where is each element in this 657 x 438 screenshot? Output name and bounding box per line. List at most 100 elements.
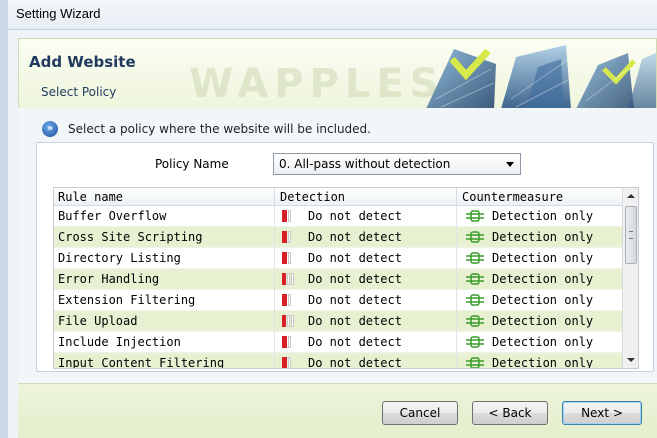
countermeasure-value: Detection only — [492, 272, 594, 286]
rule-name: Extension Filtering — [58, 293, 196, 307]
info-text: Select a policy where the website will b… — [68, 122, 371, 136]
wizard-footer: Cancel < Back Next > — [18, 383, 657, 438]
countermeasure-value: Detection only — [492, 335, 594, 349]
countermeasure-icon — [466, 231, 484, 243]
countermeasure-value: Detection only — [492, 356, 594, 369]
vertical-scrollbar[interactable] — [622, 188, 638, 368]
scroll-down-arrow-icon[interactable] — [623, 352, 638, 368]
table-row[interactable]: Include Injection Do not detect Detection … — [54, 332, 624, 353]
countermeasure-icon — [466, 210, 484, 222]
countermeasure-value: Detection only — [492, 209, 594, 223]
column-header-rule-name[interactable]: Rule name — [58, 189, 123, 205]
countermeasure-cell[interactable]: Detection only — [466, 227, 593, 247]
countermeasure-cell[interactable]: Detection only — [466, 332, 593, 352]
detection-level-icon — [282, 315, 294, 327]
rule-name: Directory Listing — [58, 251, 181, 265]
table-row[interactable]: Error Handling Do not detect Detection onl… — [54, 269, 624, 290]
column-divider — [274, 269, 275, 290]
column-divider — [274, 311, 275, 332]
info-row: » Select a policy where the website will… — [42, 120, 371, 138]
rule-name: Input Content Filtering — [58, 356, 225, 369]
detection-value: Do not detect — [308, 272, 402, 286]
detection-value: Do not detect — [308, 251, 402, 265]
detection-cell[interactable]: Do not detect — [282, 227, 402, 247]
back-button[interactable]: < Back — [472, 401, 548, 425]
countermeasure-icon — [466, 294, 484, 306]
table-row[interactable]: Directory Listing Do not detect Detection … — [54, 248, 624, 269]
column-divider — [274, 188, 275, 206]
scroll-thumb[interactable] — [625, 206, 637, 264]
detection-level-icon — [282, 336, 294, 348]
title-bar: Setting Wizard — [8, 0, 657, 30]
countermeasure-icon — [466, 252, 484, 264]
column-divider — [274, 206, 275, 227]
table-row[interactable]: Cross Site Scripting Do not detect Detecti… — [54, 227, 624, 248]
policy-row: Policy Name 0. All-pass without detectio… — [37, 153, 653, 175]
detection-cell[interactable]: Do not detect — [282, 353, 402, 369]
detection-cell[interactable]: Do not detect — [282, 206, 402, 226]
column-divider — [456, 227, 457, 248]
detection-cell[interactable]: Do not detect — [282, 290, 402, 310]
column-divider — [274, 248, 275, 269]
detection-cell[interactable]: Do not detect — [282, 248, 402, 268]
column-divider — [456, 290, 457, 311]
detection-level-icon — [282, 273, 294, 285]
detection-level-icon — [282, 210, 294, 222]
column-divider — [274, 290, 275, 311]
column-divider — [456, 248, 457, 269]
detection-cell[interactable]: Do not detect — [282, 311, 402, 331]
detection-cell[interactable]: Do not detect — [282, 269, 402, 289]
countermeasure-icon — [466, 336, 484, 348]
chevron-down-icon[interactable] — [506, 162, 514, 167]
countermeasure-cell[interactable]: Detection only — [466, 311, 593, 331]
rule-name: Buffer Overflow — [58, 209, 167, 223]
countermeasure-cell[interactable]: Detection only — [466, 290, 593, 310]
countermeasure-cell[interactable]: Detection only — [466, 269, 593, 289]
rule-name: File Upload — [58, 314, 138, 328]
table-row[interactable]: Input Content Filtering Do not detect Dete… — [54, 353, 624, 369]
column-divider — [456, 353, 457, 368]
policy-selected-value: 0. All-pass without detection — [279, 157, 451, 171]
countermeasure-icon — [466, 315, 484, 327]
detection-level-icon — [282, 357, 294, 368]
table-row[interactable]: File Upload Do not detect Detection only — [54, 311, 624, 332]
detection-value: Do not detect — [308, 209, 402, 223]
table-row[interactable]: Extension Filtering Do not detect Detectio… — [54, 290, 624, 311]
cancel-button[interactable]: Cancel — [382, 401, 458, 425]
buildings-banner-icon — [426, 45, 656, 108]
page-title: Add Website — [29, 53, 136, 71]
scroll-up-arrow-icon[interactable] — [623, 188, 638, 204]
countermeasure-icon — [466, 273, 484, 285]
wizard-header: WAPPLES Add Website Select Policy — [18, 38, 657, 108]
countermeasure-cell[interactable]: Detection only — [466, 248, 593, 268]
detection-level-icon — [282, 294, 294, 306]
table-header: Rule name Detection Countermeasure — [54, 188, 624, 206]
rule-name: Cross Site Scripting — [58, 230, 203, 244]
detection-cell[interactable]: Do not detect — [282, 332, 402, 352]
countermeasure-icon — [466, 357, 484, 368]
rules-table[interactable]: Rule name Detection Countermeasure Buffe… — [53, 187, 639, 369]
wizard-body: » Select a policy where the website will… — [18, 108, 657, 383]
policy-panel: Policy Name 0. All-pass without detectio… — [36, 142, 654, 372]
countermeasure-cell[interactable]: Detection only — [466, 206, 593, 226]
countermeasure-cell[interactable]: Detection only — [466, 353, 594, 369]
policy-name-select[interactable]: 0. All-pass without detection — [273, 153, 521, 175]
policy-name-label: Policy Name — [155, 157, 229, 171]
column-divider — [456, 206, 457, 227]
column-divider — [274, 332, 275, 353]
column-divider — [456, 269, 457, 290]
detection-value: Do not detect — [308, 293, 402, 307]
countermeasure-value: Detection only — [492, 314, 594, 328]
setting-wizard-window: Setting Wizard WAPPLES Add Website Selec… — [0, 0, 657, 438]
next-button[interactable]: Next > — [562, 401, 642, 425]
column-header-detection[interactable]: Detection — [280, 189, 345, 205]
window-title: Setting Wizard — [16, 6, 101, 21]
detection-value: Do not detect — [308, 230, 402, 244]
countermeasure-value: Detection only — [492, 230, 594, 244]
detection-value: Do not detect — [308, 356, 402, 369]
column-header-countermeasure[interactable]: Countermeasure — [462, 189, 563, 205]
column-divider — [274, 227, 275, 248]
column-divider — [274, 353, 275, 368]
column-divider — [456, 332, 457, 353]
table-row[interactable]: Buffer Overflow Do not detect Detection on… — [54, 206, 624, 227]
